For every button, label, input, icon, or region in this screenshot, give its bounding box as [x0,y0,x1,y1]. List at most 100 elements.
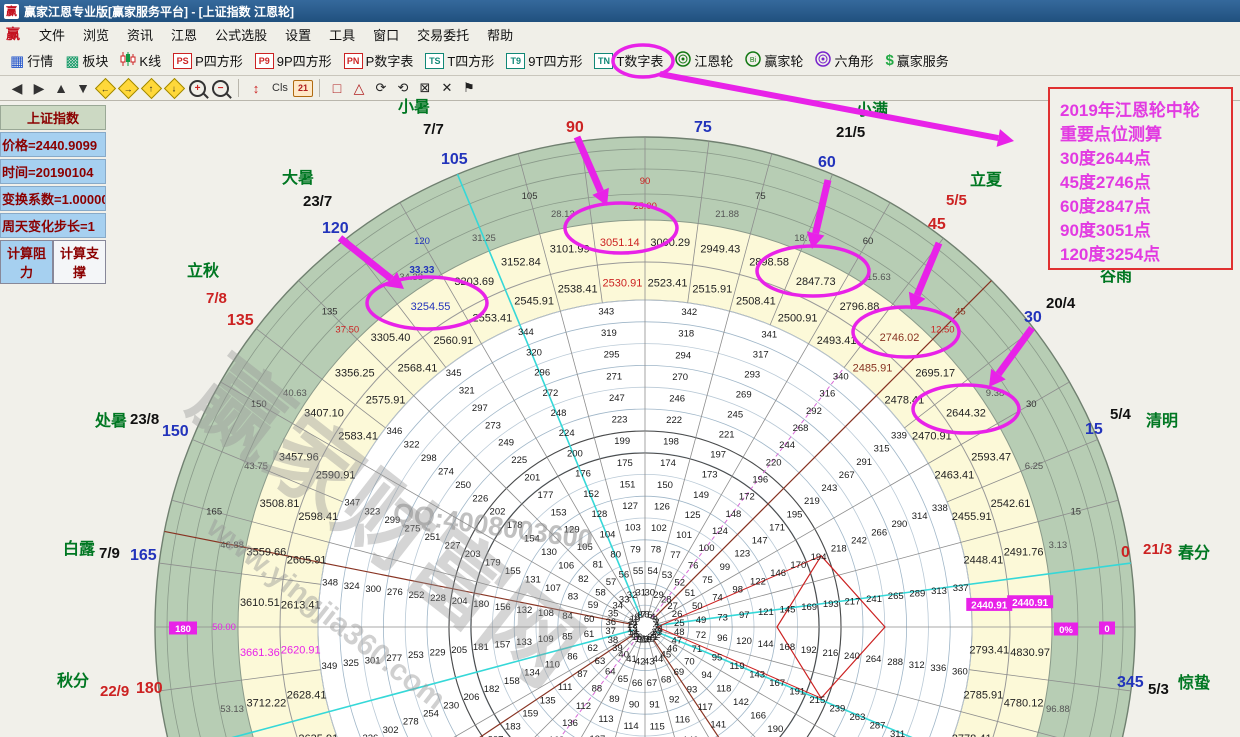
menu-item-1[interactable]: 浏览 [74,26,118,45]
svg-text:59: 59 [588,600,599,611]
svg-text:3051.14: 3051.14 [600,237,640,249]
svg-text:195: 195 [787,509,803,520]
drawtool-scroll-right[interactable]: ▶ [28,78,50,98]
svg-text:182: 182 [484,684,500,695]
svg-text:3152.84: 3152.84 [501,256,541,268]
svg-text:74: 74 [712,593,723,604]
target-icon [815,51,831,70]
menu-item-7[interactable]: 窗口 [364,26,408,45]
svg-text:220: 220 [766,457,782,468]
calc-support-button[interactable]: 计算支撑 [53,240,106,284]
svg-text:2949.43: 2949.43 [700,243,740,255]
svg-text:175: 175 [617,458,633,469]
svg-text:30: 30 [645,588,656,599]
svg-text:58: 58 [595,587,606,598]
wheel-label-23/8: 23/8 [130,411,159,428]
toolbar-button-9t-square[interactable]: T99T四方形 [500,49,588,72]
svg-text:2644.32: 2644.32 [946,408,986,420]
drawtool-range-tool[interactable]: ↕ [245,78,267,98]
svg-text:324: 324 [344,581,360,592]
toolbar-button-hexagon[interactable]: 六角形 [809,49,879,72]
toolbar-button-p-table[interactable]: PNP数字表 [338,49,420,72]
svg-text:197: 197 [710,450,726,461]
svg-text:120: 120 [736,636,752,647]
svg-text:291: 291 [856,457,872,468]
drawtool-scroll-left[interactable]: ◀ [6,78,28,98]
svg-text:149: 149 [693,490,709,501]
toolbar-button-gann-wheel[interactable]: 江恩轮 [669,49,739,72]
svg-text:2485.91: 2485.91 [853,363,893,375]
svg-text:100: 100 [699,543,715,554]
circle-icon: Bi [745,51,761,70]
toolbar-button-quotes[interactable]: ▦行情 [4,49,59,72]
svg-text:3203.69: 3203.69 [454,276,494,288]
toolbar-button-kline[interactable]: K线 [114,49,167,72]
svg-text:92: 92 [669,695,680,706]
svg-text:15.63: 15.63 [867,272,891,283]
drawtool-zoom-in[interactable]: + [189,80,206,97]
svg-text:3356.25: 3356.25 [335,367,375,379]
svg-text:171: 171 [769,522,785,533]
toolbar-label: 行情 [27,51,53,70]
svg-text:325: 325 [343,658,359,669]
svg-text:2470.91: 2470.91 [912,430,952,442]
drawtool-calendar[interactable]: 21 [293,80,313,97]
toolbar-button-t-square[interactable]: TST四方形 [419,49,500,72]
svg-text:120: 120 [414,236,430,247]
svg-text:3101.99: 3101.99 [550,243,590,255]
svg-text:2620.91: 2620.91 [281,645,321,657]
svg-text:33.33: 33.33 [409,265,434,276]
toolbar-label: P四方形 [195,51,243,70]
drawtool-cls-button[interactable]: Cls [267,78,293,98]
drawtool-pointer-flag[interactable]: ⚑ [458,78,480,98]
toolbar-label: 赢家服务 [897,51,949,70]
menu-item-3[interactable]: 江恩 [162,26,206,45]
drawtool-move-down[interactable]: ↓ [164,77,185,98]
menu-item-4[interactable]: 公式选股 [206,26,276,45]
svg-text:337: 337 [953,583,969,594]
svg-text:312: 312 [909,660,925,671]
drawtool-triangle-tool[interactable]: △ [348,78,370,98]
menu-item-9[interactable]: 帮助 [478,26,522,45]
svg-text:94: 94 [701,670,712,681]
toolbar-button-sectors[interactable]: ▩板块 [59,49,114,72]
calc-resistance-button[interactable]: 计算阻力 [0,240,53,284]
toolbar-button-9p-square[interactable]: P99P四方形 [249,49,338,72]
menu-item-5[interactable]: 设置 [276,26,320,45]
toolbar-button-t-table[interactable]: TNT数字表 [588,49,669,72]
svg-text:217: 217 [845,597,861,608]
svg-text:96.88: 96.88 [1046,704,1070,715]
drawtool-rotate-up[interactable]: ▲ [50,78,72,98]
menu-item-0[interactable]: 文件 [30,26,74,45]
wheel-label-大暑: 大暑 [282,164,314,188]
svg-text:287: 287 [870,721,886,732]
toolbar-button-winner-service[interactable]: $赢家服务 [879,49,954,72]
svg-text:173: 173 [702,470,718,481]
svg-text:322: 322 [404,440,420,451]
svg-text:2491.76: 2491.76 [1004,547,1044,559]
svg-text:66: 66 [632,678,643,689]
svg-text:2553.41: 2553.41 [473,313,513,325]
drawtool-zoom-out[interactable]: − [212,80,229,97]
svg-text:55: 55 [633,566,644,577]
toolbar-label: P数字表 [366,51,414,70]
drawtool-square-tool[interactable]: □ [326,78,348,98]
drawtool-rotate-cw[interactable]: ⟳ [370,78,392,98]
svg-text:300: 300 [365,584,381,595]
toolbar-button-winner-wheel[interactable]: Bi赢家轮 [739,49,809,72]
svg-text:49: 49 [696,615,707,626]
svg-text:2448.41: 2448.41 [963,555,1003,567]
drawtool-move-right[interactable]: → [118,77,139,98]
menu-item-8[interactable]: 交易委托 [408,26,478,45]
drawtool-move-up[interactable]: ↑ [141,77,162,98]
toolbar-button-p-square[interactable]: PSP四方形 [167,49,249,72]
drawtool-move-left[interactable]: ← [95,77,116,98]
svg-text:69: 69 [674,667,685,678]
menu-item-2[interactable]: 资讯 [118,26,162,45]
drawtool-crosshair[interactable]: ✕ [436,78,458,98]
menu-item-6[interactable]: 工具 [320,26,364,45]
svg-text:122: 122 [750,576,766,587]
svg-text:267: 267 [839,470,855,481]
drawtool-rotate-down[interactable]: ▼ [72,78,94,98]
svg-text:206: 206 [464,692,480,703]
